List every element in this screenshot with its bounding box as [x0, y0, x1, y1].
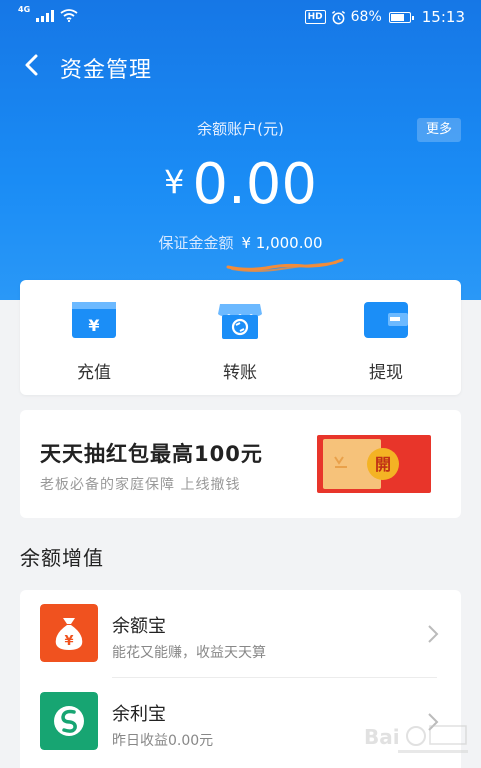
section-title: 余额增值 — [20, 546, 104, 570]
recharge-action[interactable]: ¥ 充值 — [44, 300, 144, 383]
page-title: 资金管理 — [60, 58, 153, 83]
status-left: 4G — [18, 5, 78, 22]
svg-text:Bai: Bai — [364, 725, 400, 749]
transfer-label: 转账 — [223, 363, 257, 383]
deposit-value: ¥ 1,000.00 — [241, 234, 323, 252]
chevron-right-icon — [428, 625, 439, 643]
currency-symbol: ¥ — [163, 163, 185, 201]
product-desc: 能花又能赚，收益天天算 — [112, 645, 266, 661]
balance-value: 0.00 — [192, 152, 318, 217]
money-bag-icon: ¥ — [40, 604, 98, 662]
promo-subtitle: 老板必备的家庭保障 上线撤钱 — [40, 477, 241, 493]
promo-banner[interactable]: 天天抽红包最高100元 老板必备的家庭保障 上线撤钱 開 — [20, 410, 461, 518]
product-name: 余额宝 — [112, 616, 166, 637]
withdraw-action[interactable]: 提现 — [336, 300, 436, 383]
status-bar: 4G HD 68% 15:13 — [0, 0, 481, 34]
hd-badge: HD — [304, 10, 326, 24]
red-packet-icon: 開 — [317, 435, 431, 493]
deposit-row: 保证金金额 ¥ 1,000.00 — [0, 232, 481, 253]
chevron-left-icon[interactable] — [18, 48, 48, 82]
watermark-logo: Bai — [364, 725, 468, 753]
status-right: HD 68% 15:13 — [304, 8, 465, 26]
battery-icon — [388, 11, 414, 23]
network-type: 4G — [18, 5, 31, 14]
nav-bar: 资金管理 — [0, 44, 481, 88]
transfer-action[interactable]: 转账 — [190, 300, 290, 383]
action-card: ¥ 充值 转账 提现 — [20, 280, 461, 395]
balance-label: 余额账户(元) — [197, 120, 284, 138]
withdraw-label: 提现 — [369, 363, 403, 383]
product-desc: 昨日收益0.00元 — [112, 733, 214, 749]
more-button[interactable]: 更多 — [417, 118, 461, 142]
deposit-label: 保证金金额 — [158, 234, 234, 252]
balance-amount: ¥0.00 — [0, 152, 481, 217]
yulibao-icon — [40, 692, 98, 750]
recharge-label: 充值 — [77, 363, 111, 383]
list-item-yuebao[interactable]: ¥ 余额宝 能花又能赚，收益天天算 — [20, 590, 461, 678]
product-name: 余利宝 — [112, 704, 166, 725]
svg-text:¥: ¥ — [64, 634, 73, 649]
transfer-shop-icon — [218, 304, 262, 339]
promo-title: 天天抽红包最高100元 — [40, 442, 263, 466]
wifi-icon — [60, 9, 78, 22]
packet-open-char: 開 — [375, 455, 391, 474]
wallet-icon — [364, 302, 408, 338]
signal-icon — [36, 10, 55, 22]
recharge-card-icon: ¥ — [72, 302, 116, 338]
clock-time: 15:13 — [421, 8, 465, 26]
battery-percent: 68% — [350, 9, 382, 25]
alarm-icon — [331, 10, 345, 24]
svg-text:¥: ¥ — [88, 316, 99, 335]
hand-drawn-underline — [226, 258, 344, 272]
